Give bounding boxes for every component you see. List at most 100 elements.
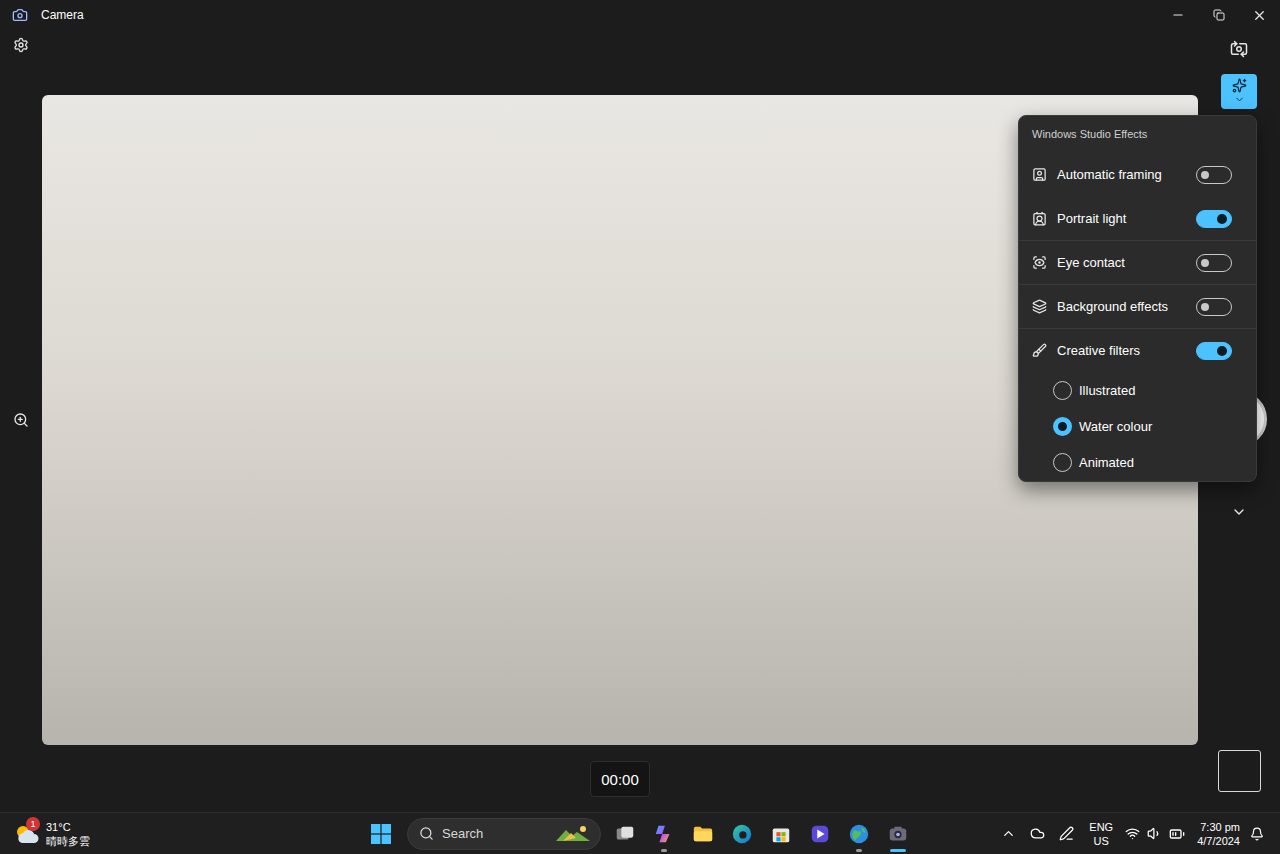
- background-effects-icon: [1032, 299, 1047, 314]
- effect-toggle[interactable]: [1196, 298, 1232, 316]
- input-language[interactable]: ENGUS: [1081, 820, 1121, 848]
- weather-icon-box: 1: [14, 823, 40, 845]
- close-button[interactable]: [1239, 0, 1280, 30]
- last-capture-thumbnail[interactable]: [1218, 750, 1261, 792]
- effect-toggle[interactable]: [1196, 254, 1232, 272]
- taskbar-search[interactable]: Search: [407, 818, 601, 850]
- title-bar: Camera: [0, 0, 1280, 30]
- restore-icon: [1213, 9, 1225, 21]
- effect-label: Portrait light: [1057, 211, 1196, 226]
- temperature: 31°C: [46, 820, 90, 834]
- effect-label: Eye contact: [1057, 255, 1196, 270]
- eye-contact-icon: [1032, 255, 1047, 270]
- taskbar-app[interactable]: [605, 814, 644, 854]
- window-title: Camera: [41, 8, 1157, 22]
- chevron-up-icon: [1001, 826, 1016, 841]
- weather-text: 31°C晴時多雲: [46, 820, 90, 848]
- maps-icon: [848, 823, 870, 845]
- taskbar-app[interactable]: [722, 814, 761, 854]
- taskbar-app[interactable]: [761, 814, 800, 854]
- volume-button[interactable]: [1143, 826, 1165, 841]
- clipchamp-icon: [809, 823, 831, 845]
- more-modes-button[interactable]: [1231, 504, 1247, 520]
- taskbar-app[interactable]: [839, 814, 878, 854]
- windows-logo-icon: [371, 824, 391, 844]
- taskview-icon: [614, 823, 636, 845]
- network-button[interactable]: [1121, 826, 1143, 841]
- wifi-icon: [1125, 826, 1140, 841]
- toggle-knob: [1217, 346, 1227, 356]
- camera-main: 00:00 Windows Studio EffectsAutomatic fra…: [0, 30, 1280, 812]
- filter-label: Animated: [1079, 455, 1134, 470]
- start-button[interactable]: [363, 816, 399, 852]
- taskbar-app[interactable]: [644, 814, 683, 854]
- onedrive-button[interactable]: [1023, 826, 1052, 841]
- creative-filters-icon: [1032, 343, 1047, 358]
- toggle-knob: [1201, 303, 1209, 311]
- framing-icon: [1032, 167, 1047, 182]
- show-hidden-icons[interactable]: [994, 826, 1023, 841]
- notifications-button[interactable]: [1248, 827, 1266, 841]
- edge-icon: [731, 823, 753, 845]
- filter-radio[interactable]: [1053, 417, 1072, 436]
- running-indicator: [778, 849, 784, 852]
- running-indicator: [661, 849, 667, 852]
- store-icon: [770, 823, 792, 845]
- effect-icon-box: [1030, 343, 1048, 358]
- filter-radio[interactable]: [1053, 453, 1072, 472]
- running-indicator: [739, 849, 745, 852]
- pen-icon: [1059, 826, 1074, 841]
- restore-button[interactable]: [1198, 0, 1239, 30]
- volume-icon: [1147, 826, 1162, 841]
- close-icon: [1252, 8, 1267, 23]
- language-secondary: US: [1094, 834, 1109, 848]
- running-indicator: [622, 849, 628, 852]
- filter-option[interactable]: Water colour: [1019, 408, 1256, 444]
- filter-option[interactable]: Illustrated: [1019, 372, 1256, 408]
- toggle-knob: [1217, 214, 1227, 224]
- effect-row: Background effects: [1019, 284, 1256, 328]
- effect-toggle[interactable]: [1196, 210, 1232, 228]
- bell-icon: [1250, 827, 1264, 841]
- effect-icon-box: [1030, 299, 1048, 314]
- left-rail: [0, 30, 42, 812]
- camera-app-icon: [12, 7, 28, 23]
- pen-menu-button[interactable]: [1052, 826, 1081, 841]
- running-indicator: [856, 849, 862, 852]
- switch-camera-icon: [1230, 40, 1248, 58]
- chevron-down-icon: [1231, 504, 1247, 520]
- taskbar-app[interactable]: [683, 814, 722, 854]
- filter-radio[interactable]: [1053, 381, 1072, 400]
- notification-badge: 1: [26, 817, 40, 831]
- weather-widget[interactable]: 1 31°C晴時多雲: [0, 820, 363, 848]
- clock-time: 7:30 pm: [1200, 820, 1240, 834]
- effect-toggle[interactable]: [1196, 166, 1232, 184]
- effect-row: Automatic framing: [1019, 152, 1256, 196]
- taskbar-app[interactable]: [800, 814, 839, 854]
- battery-button[interactable]: [1165, 826, 1189, 842]
- zoom-button[interactable]: [13, 412, 29, 428]
- weather-condition: 晴時多雲: [46, 834, 90, 848]
- toggle-knob: [1201, 171, 1209, 179]
- clock[interactable]: 7:30 pm4/7/2024: [1189, 820, 1248, 848]
- toggle-knob: [1201, 259, 1209, 267]
- taskbar-app[interactable]: [878, 814, 917, 854]
- studio-effects-button[interactable]: [1221, 74, 1257, 109]
- recording-timer: 00:00: [590, 761, 650, 797]
- switch-camera-button[interactable]: [1230, 40, 1248, 58]
- studio-effects-panel: Windows Studio EffectsAutomatic framingP…: [1018, 115, 1257, 482]
- minimize-button[interactable]: [1157, 0, 1198, 30]
- effect-row: Creative filters: [1019, 328, 1256, 372]
- running-indicator: [890, 849, 906, 852]
- language-primary: ENG: [1089, 820, 1113, 834]
- effect-toggle[interactable]: [1196, 342, 1232, 360]
- gear-icon: [13, 37, 29, 53]
- search-placeholder: Search: [442, 826, 546, 841]
- cloud-icon: [1030, 826, 1045, 841]
- effect-label: Creative filters: [1057, 343, 1196, 358]
- chevron-down-icon: [1234, 94, 1245, 105]
- settings-button[interactable]: [13, 37, 29, 53]
- filter-label: Illustrated: [1079, 383, 1135, 398]
- filter-option[interactable]: Animated: [1019, 444, 1256, 480]
- system-tray: ENGUS 7:30 pm4/7/2024: [917, 820, 1280, 848]
